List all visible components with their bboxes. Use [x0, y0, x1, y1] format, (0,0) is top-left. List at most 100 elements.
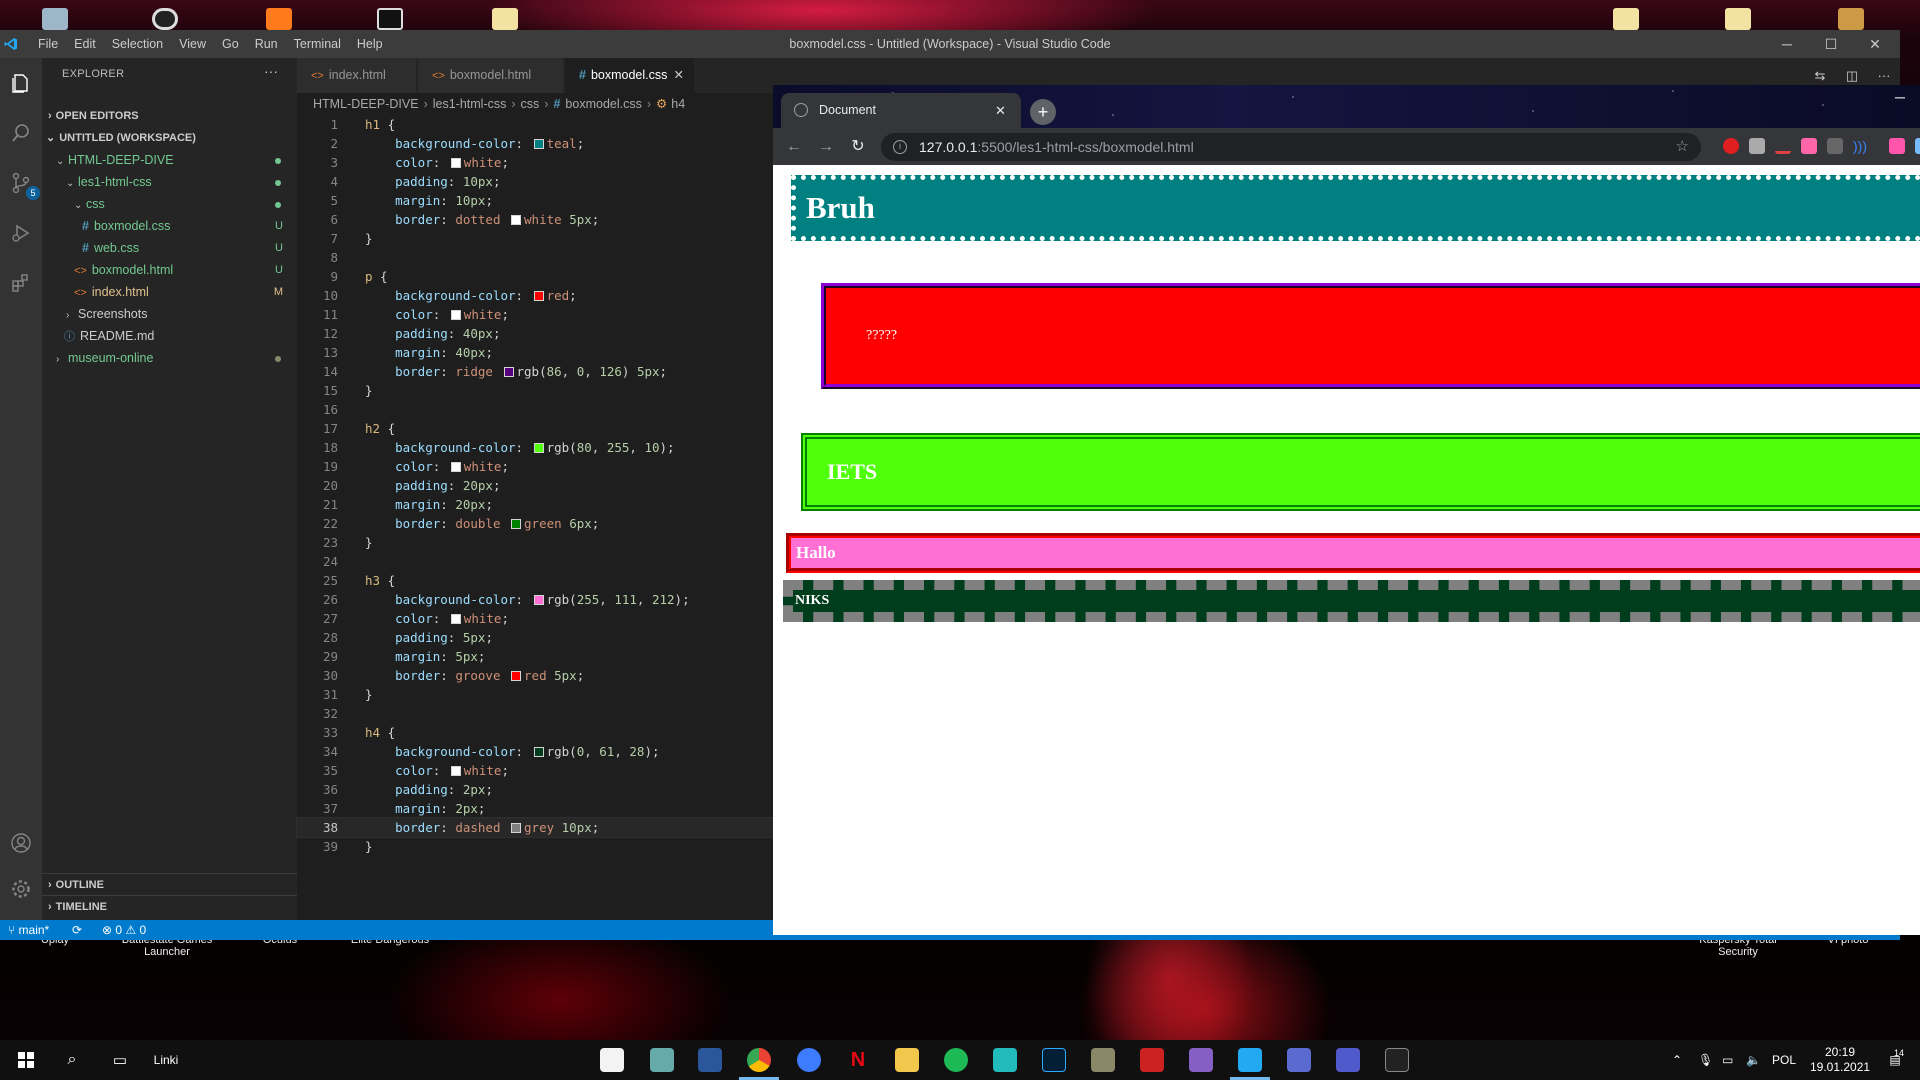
- tab-index-html[interactable]: <> index.html: [297, 58, 417, 93]
- search-icon[interactable]: [6, 118, 36, 148]
- code-line[interactable]: 25 h3 {: [297, 571, 777, 590]
- browser-tab-document[interactable]: Document ✕: [781, 93, 1021, 128]
- menu-selection[interactable]: Selection: [104, 30, 171, 58]
- git-branch[interactable]: ⑂ main*: [8, 920, 49, 940]
- extension-icon[interactable]: [1749, 138, 1765, 154]
- problems-indicator[interactable]: ⊗ 0 ⚠ 0: [102, 920, 146, 940]
- site-info-icon[interactable]: i: [893, 140, 907, 154]
- tree-folder-museum[interactable]: › museum-online: [42, 347, 297, 369]
- back-icon[interactable]: ←: [781, 134, 807, 160]
- code-line[interactable]: 11 color: white;: [297, 305, 777, 324]
- tab-boxmodel-css[interactable]: # boxmodel.css ✕: [565, 58, 695, 93]
- code-line[interactable]: 28 padding: 5px;: [297, 628, 777, 647]
- maximize-button[interactable]: ☐: [1808, 30, 1854, 58]
- tree-file-boxmodel-html[interactable]: <> boxmodel.html U: [42, 259, 297, 281]
- extension-icon[interactable]: [1889, 138, 1905, 154]
- tab-boxmodel-html[interactable]: <> boxmodel.html: [418, 58, 564, 93]
- tree-file-web-css[interactable]: # web.css U: [42, 237, 297, 259]
- store-icon[interactable]: [600, 1048, 624, 1072]
- breadcrumb-item[interactable]: h4: [671, 97, 685, 111]
- breadcrumb-item[interactable]: les1-html-css: [433, 97, 507, 111]
- timeline-section[interactable]: › TIMELINE: [42, 895, 297, 917]
- reload-icon[interactable]: ↻: [845, 134, 871, 160]
- adblock-extension-icon[interactable]: [1723, 138, 1739, 154]
- new-tab-button[interactable]: +: [1030, 99, 1056, 125]
- menu-run[interactable]: Run: [247, 30, 286, 58]
- code-editor[interactable]: 1 h1 {2 background-color: teal; 3 color: w…: [296, 115, 778, 856]
- code-line[interactable]: 5 margin: 10px;: [297, 191, 777, 210]
- code-line[interactable]: 38 border: dashed grey 10px;: [296, 817, 778, 838]
- clock[interactable]: 20:19 19.01.2021: [1810, 1040, 1870, 1080]
- code-line[interactable]: 15}: [297, 381, 777, 400]
- microphone-icon[interactable]: 🎙: [1698, 1040, 1713, 1080]
- code-line[interactable]: 7}: [297, 229, 777, 248]
- code-line[interactable]: 19 color: white;: [297, 457, 777, 476]
- code-line[interactable]: 29 margin: 5px;: [297, 647, 777, 666]
- search-icon[interactable]: ⌕: [54, 1040, 90, 1080]
- explorer-icon[interactable]: [6, 68, 36, 98]
- app-icon[interactable]: [1287, 1048, 1311, 1072]
- code-line[interactable]: 16: [297, 400, 777, 419]
- outline-section[interactable]: › OUTLINE: [42, 873, 297, 895]
- menu-view[interactable]: View: [171, 30, 214, 58]
- code-line[interactable]: 32: [297, 704, 777, 723]
- logitech-icon[interactable]: [152, 8, 178, 30]
- tray-chevron-icon[interactable]: ⌃: [1672, 1040, 1682, 1080]
- tree-file-readme[interactable]: ⓘ README.md: [42, 325, 297, 347]
- code-line[interactable]: 13 margin: 40px;: [297, 343, 777, 362]
- code-line[interactable]: 31}: [297, 685, 777, 704]
- code-line[interactable]: 23}: [297, 533, 777, 552]
- app-icon[interactable]: [1091, 1048, 1115, 1072]
- code-line[interactable]: 35 color: white;: [297, 761, 777, 780]
- tree-file-boxmodel-css[interactable]: # boxmodel.css U: [42, 215, 297, 237]
- code-line[interactable]: 26 background-color: rgb(255, 111, 212);: [297, 590, 777, 609]
- more-actions-icon[interactable]: ···: [264, 63, 278, 79]
- code-line[interactable]: 10 background-color: red;: [297, 286, 777, 305]
- extension-icon[interactable]: [1801, 138, 1817, 154]
- minimize-button[interactable]: ─: [1764, 30, 1810, 58]
- archive-icon[interactable]: [1838, 8, 1864, 30]
- download-extension-icon[interactable]: [1775, 138, 1791, 154]
- settings-gear-icon[interactable]: [6, 874, 36, 904]
- app-orange-icon[interactable]: [266, 8, 292, 30]
- network-icon[interactable]: ▭: [1722, 1040, 1733, 1080]
- code-line[interactable]: 18 background-color: rgb(80, 255, 10);: [297, 438, 777, 457]
- code-line[interactable]: 9 p {: [297, 267, 777, 286]
- code-line[interactable]: 27 color: white;: [297, 609, 777, 628]
- address-bar[interactable]: i 127.0.0.1:5500/les1-html-css/boxmodel.…: [881, 133, 1701, 161]
- chrome-icon[interactable]: [747, 1048, 771, 1072]
- accounts-icon[interactable]: [6, 828, 36, 858]
- extension-icon[interactable]: [1827, 138, 1843, 154]
- tab-close-icon[interactable]: ✕: [995, 93, 1006, 128]
- source-control-icon[interactable]: 5: [6, 168, 40, 200]
- teams-icon[interactable]: [1336, 1048, 1360, 1072]
- code-line[interactable]: 14 border: ridge rgb(86, 0, 126) 5px;: [297, 362, 777, 381]
- task-view-icon[interactable]: ▭: [102, 1040, 138, 1080]
- app-icon[interactable]: [993, 1048, 1017, 1072]
- sync-icon[interactable]: ⟳: [72, 920, 82, 940]
- tree-file-index-html[interactable]: <> index.html M: [42, 281, 297, 303]
- vr-icon[interactable]: [377, 8, 403, 30]
- open-editors-section[interactable]: › OPEN EDITORS: [42, 105, 297, 127]
- volume-icon[interactable]: 🔈: [1746, 1040, 1761, 1080]
- minimize-button[interactable]: ─: [1880, 89, 1920, 105]
- code-line[interactable]: 20 padding: 20px;: [297, 476, 777, 495]
- code-line[interactable]: 2 background-color: teal;: [297, 134, 777, 153]
- tree-folder-screenshots[interactable]: › Screenshots: [42, 303, 297, 325]
- tree-folder-html-deep-dive[interactable]: ⌄ HTML-DEEP-DIVE: [42, 149, 297, 171]
- folder-icon[interactable]: [492, 8, 518, 30]
- workspace-section[interactable]: ⌄ UNTITLED (WORKSPACE): [42, 127, 297, 149]
- photoshop-icon[interactable]: [1042, 1048, 1066, 1072]
- start-button[interactable]: [8, 1040, 44, 1080]
- breadcrumb-item[interactable]: css: [521, 97, 540, 111]
- extension-icon[interactable]: [1915, 138, 1920, 154]
- links-toolbar[interactable]: Linki: [144, 1040, 188, 1080]
- run-debug-icon[interactable]: [6, 218, 36, 248]
- menu-go[interactable]: Go: [214, 30, 247, 58]
- firefox-icon[interactable]: [797, 1048, 821, 1072]
- code-line[interactable]: 22 border: double green 6px;: [297, 514, 777, 533]
- code-line[interactable]: 3 color: white;: [297, 153, 777, 172]
- language-indicator[interactable]: POL: [1772, 1040, 1796, 1080]
- notifications-icon[interactable]: ▤ 14: [1880, 1040, 1910, 1080]
- file-explorer-icon[interactable]: [895, 1048, 919, 1072]
